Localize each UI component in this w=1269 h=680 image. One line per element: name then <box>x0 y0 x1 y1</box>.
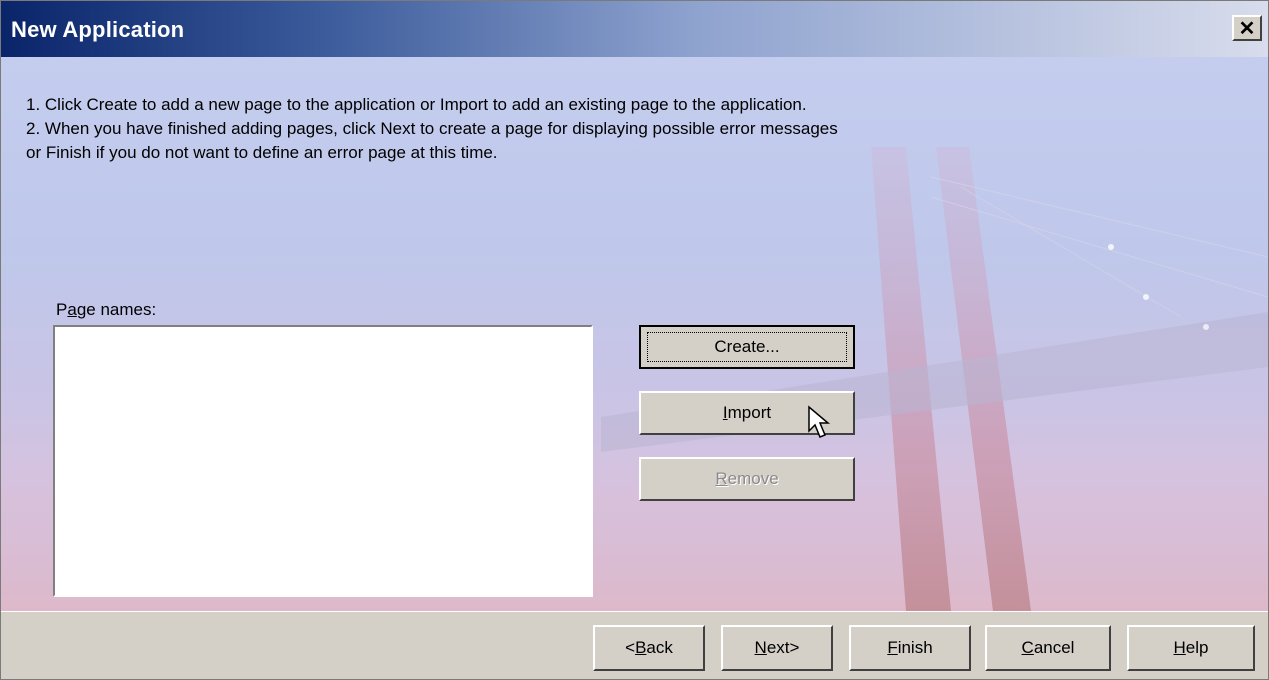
help-button-label: Help <box>1173 638 1209 657</box>
back-button[interactable]: <Back <box>593 625 705 671</box>
close-icon: ✕ <box>1238 17 1256 40</box>
finish-button[interactable]: Finish <box>849 625 971 671</box>
instructions-text: 1. Click Create to add a new page to the… <box>26 93 1176 165</box>
remove-button[interactable]: Remove <box>639 457 855 501</box>
page-names-label: Page names: <box>56 300 157 319</box>
finish-button-label: Finish <box>887 638 933 657</box>
help-button[interactable]: Help <box>1127 625 1255 671</box>
cancel-button[interactable]: Cancel <box>985 625 1111 671</box>
window-title: New Application <box>11 17 185 42</box>
next-button-label: Next> <box>754 638 800 657</box>
create-button[interactable]: Create... <box>639 325 855 369</box>
page-names-list[interactable] <box>53 325 593 597</box>
instruction-line-2: 2. When you have finished adding pages, … <box>26 119 838 138</box>
new-application-dialog: New Application ✕ 1. Click Create to add… <box>0 0 1269 680</box>
next-button[interactable]: Next> <box>721 625 833 671</box>
footer-button-bar: <Back Next> Finish Cancel Help <box>1 611 1268 679</box>
content-area: 1. Click Create to add a new page to the… <box>1 57 1268 611</box>
import-button-label: Import <box>722 403 772 422</box>
remove-button-label: Remove <box>715 469 779 488</box>
title-bar: New Application ✕ <box>1 1 1268 57</box>
close-button[interactable]: ✕ <box>1232 15 1262 41</box>
instruction-line-1: 1. Click Create to add a new page to the… <box>26 95 807 114</box>
instruction-line-3: or Finish if you do not want to define a… <box>26 143 498 162</box>
arrow-cursor-icon <box>808 405 831 438</box>
cancel-button-label: Cancel <box>1021 638 1075 657</box>
back-button-label: <Back <box>625 638 673 657</box>
